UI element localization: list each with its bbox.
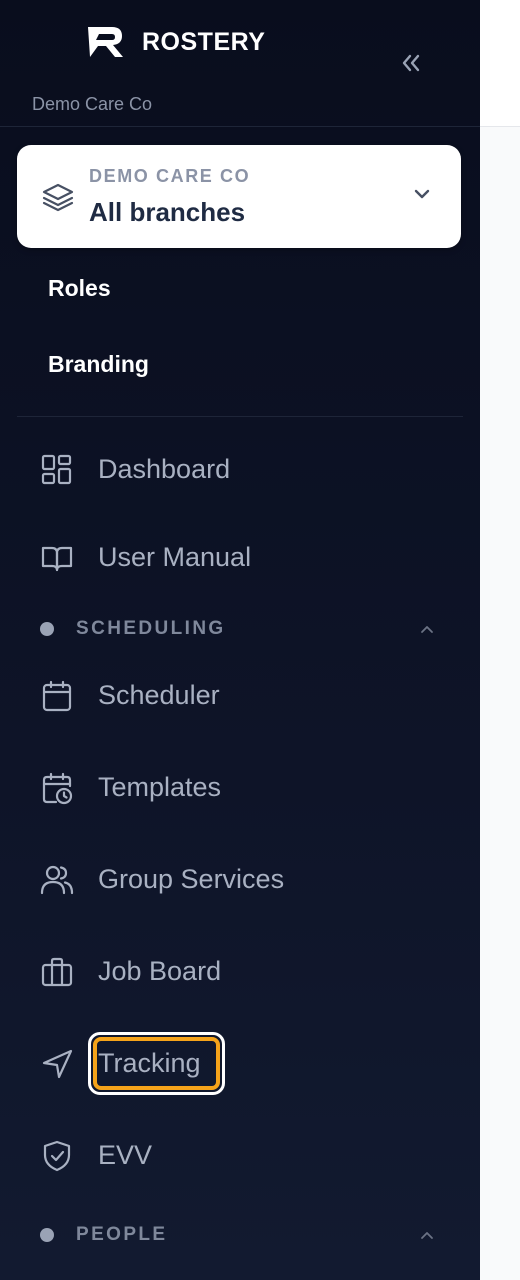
rostery-logo-icon (88, 27, 123, 57)
chevron-down-icon (414, 189, 430, 199)
sidebar-divider (17, 416, 463, 417)
nav-item-label: Templates (98, 772, 222, 802)
nav-item-tracking[interactable]: Tracking (0, 1034, 480, 1094)
nav-item-label: Dashboard (98, 454, 231, 484)
nav-item-label: Job Board (98, 956, 222, 986)
calendar-icon (42, 680, 72, 712)
nav-item-label: Scheduler (98, 680, 220, 710)
collapse-sidebar-button[interactable] (398, 50, 424, 76)
section-people[interactable]: PEOPLE (0, 1220, 480, 1250)
branch-selector-value: All branches (89, 197, 246, 227)
brand-logo[interactable]: ROSTERY (86, 25, 265, 59)
nav-item-evv[interactable]: EVV (0, 1126, 480, 1186)
section-title: SCHEDULING (76, 618, 226, 639)
org-subtitle: Demo Care Co (32, 94, 153, 114)
nav-item-label: EVV (98, 1140, 153, 1170)
section-dot-icon (40, 622, 54, 636)
nav-item-scheduler[interactable]: Scheduler (0, 666, 480, 726)
nav-item-label: Tracking (98, 1048, 201, 1078)
main-topbar (480, 0, 520, 127)
link-roles[interactable]: Roles (48, 275, 111, 302)
chevron-up-icon (421, 626, 433, 633)
book-open-icon (41, 546, 73, 572)
shield-check-icon (43, 1140, 71, 1172)
nav-item-label: Group Services (98, 864, 285, 894)
navigation-icon (42, 1049, 73, 1079)
link-branding[interactable]: Branding (48, 351, 149, 378)
calendar-clock-icon (42, 772, 73, 805)
brand-header: ROSTERY Demo Care Co (0, 0, 480, 127)
nav-item-group-services[interactable]: Group Services (0, 850, 480, 910)
users-icon (40, 865, 74, 895)
nav-item-dashboard[interactable]: Dashboard (0, 440, 480, 500)
briefcase-icon (41, 957, 73, 987)
branch-selector-org: DEMO CARE CO (89, 166, 251, 186)
nav-item-job-board[interactable]: Job Board (0, 942, 480, 1002)
brand-name: ROSTERY (142, 27, 266, 56)
chevrons-left-icon (402, 54, 420, 72)
branch-selector[interactable]: DEMO CARE CO All branches (17, 145, 461, 248)
section-dot-icon (40, 1228, 54, 1242)
dashboard-icon (41, 454, 72, 485)
chevron-up-icon (421, 1232, 433, 1239)
section-scheduling[interactable]: SCHEDULING (0, 614, 480, 644)
nav-item-label: User Manual (98, 542, 252, 572)
main-content (480, 0, 520, 1280)
nav-item-user-manual[interactable]: User Manual (0, 528, 480, 588)
layers-icon (42, 183, 74, 212)
section-title: PEOPLE (76, 1224, 168, 1245)
sidebar: ROSTERY Demo Care Co DEMO CARE CO All br… (0, 0, 480, 1280)
nav-item-templates[interactable]: Templates (0, 758, 480, 818)
